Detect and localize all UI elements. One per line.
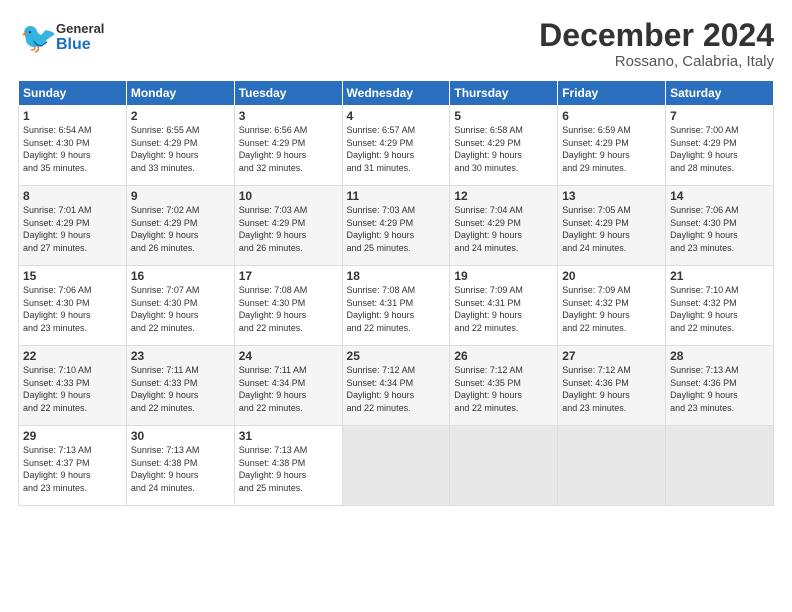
calendar-week-4: 22Sunrise: 7:10 AMSunset: 4:33 PMDayligh… (19, 346, 774, 426)
col-sunday: Sunday (19, 81, 127, 106)
page-container: 🐦 General Blue December 2024 Rossano, Ca… (0, 0, 792, 612)
table-row: 10Sunrise: 7:03 AMSunset: 4:29 PMDayligh… (234, 186, 342, 266)
logo-line2: Blue (56, 36, 104, 54)
table-row: 23Sunrise: 7:11 AMSunset: 4:33 PMDayligh… (126, 346, 234, 426)
calendar-week-1: 1Sunrise: 6:54 AMSunset: 4:30 PMDaylight… (19, 106, 774, 186)
table-row: 18Sunrise: 7:08 AMSunset: 4:31 PMDayligh… (342, 266, 450, 346)
table-row: 7Sunrise: 7:00 AMSunset: 4:29 PMDaylight… (666, 106, 774, 186)
calendar-week-3: 15Sunrise: 7:06 AMSunset: 4:30 PMDayligh… (19, 266, 774, 346)
table-row: 31Sunrise: 7:13 AMSunset: 4:38 PMDayligh… (234, 426, 342, 506)
title-block: December 2024 Rossano, Calabria, Italy (539, 18, 774, 70)
table-row (342, 426, 450, 506)
calendar-table: Sunday Monday Tuesday Wednesday Thursday… (18, 80, 774, 506)
table-row: 16Sunrise: 7:07 AMSunset: 4:30 PMDayligh… (126, 266, 234, 346)
calendar-week-5: 29Sunrise: 7:13 AMSunset: 4:37 PMDayligh… (19, 426, 774, 506)
table-row: 6Sunrise: 6:59 AMSunset: 4:29 PMDaylight… (558, 106, 666, 186)
location: Rossano, Calabria, Italy (539, 53, 774, 70)
table-row: 26Sunrise: 7:12 AMSunset: 4:35 PMDayligh… (450, 346, 558, 426)
month-year: December 2024 (539, 18, 774, 53)
table-row: 15Sunrise: 7:06 AMSunset: 4:30 PMDayligh… (19, 266, 127, 346)
table-row: 21Sunrise: 7:10 AMSunset: 4:32 PMDayligh… (666, 266, 774, 346)
calendar-week-2: 8Sunrise: 7:01 AMSunset: 4:29 PMDaylight… (19, 186, 774, 266)
table-row (666, 426, 774, 506)
table-row: 13Sunrise: 7:05 AMSunset: 4:29 PMDayligh… (558, 186, 666, 266)
col-thursday: Thursday (450, 81, 558, 106)
table-row (450, 426, 558, 506)
table-row: 17Sunrise: 7:08 AMSunset: 4:30 PMDayligh… (234, 266, 342, 346)
logo: 🐦 General Blue (18, 18, 104, 56)
table-row: 1Sunrise: 6:54 AMSunset: 4:30 PMDaylight… (19, 106, 127, 186)
table-row: 19Sunrise: 7:09 AMSunset: 4:31 PMDayligh… (450, 266, 558, 346)
table-row: 14Sunrise: 7:06 AMSunset: 4:30 PMDayligh… (666, 186, 774, 266)
table-row: 9Sunrise: 7:02 AMSunset: 4:29 PMDaylight… (126, 186, 234, 266)
table-row: 2Sunrise: 6:55 AMSunset: 4:29 PMDaylight… (126, 106, 234, 186)
table-row: 22Sunrise: 7:10 AMSunset: 4:33 PMDayligh… (19, 346, 127, 426)
calendar-header-row: Sunday Monday Tuesday Wednesday Thursday… (19, 81, 774, 106)
table-row: 28Sunrise: 7:13 AMSunset: 4:36 PMDayligh… (666, 346, 774, 426)
logo-name: General Blue (56, 21, 104, 54)
table-row: 29Sunrise: 7:13 AMSunset: 4:37 PMDayligh… (19, 426, 127, 506)
table-row: 3Sunrise: 6:56 AMSunset: 4:29 PMDaylight… (234, 106, 342, 186)
table-row (558, 426, 666, 506)
header: 🐦 General Blue December 2024 Rossano, Ca… (18, 18, 774, 70)
logo-bird-icon: 🐦 (18, 18, 56, 56)
col-saturday: Saturday (666, 81, 774, 106)
table-row: 20Sunrise: 7:09 AMSunset: 4:32 PMDayligh… (558, 266, 666, 346)
svg-text:🐦: 🐦 (20, 22, 56, 55)
table-row: 5Sunrise: 6:58 AMSunset: 4:29 PMDaylight… (450, 106, 558, 186)
table-row: 8Sunrise: 7:01 AMSunset: 4:29 PMDaylight… (19, 186, 127, 266)
col-wednesday: Wednesday (342, 81, 450, 106)
table-row: 25Sunrise: 7:12 AMSunset: 4:34 PMDayligh… (342, 346, 450, 426)
col-monday: Monday (126, 81, 234, 106)
table-row: 12Sunrise: 7:04 AMSunset: 4:29 PMDayligh… (450, 186, 558, 266)
table-row: 11Sunrise: 7:03 AMSunset: 4:29 PMDayligh… (342, 186, 450, 266)
table-row: 24Sunrise: 7:11 AMSunset: 4:34 PMDayligh… (234, 346, 342, 426)
col-tuesday: Tuesday (234, 81, 342, 106)
table-row: 27Sunrise: 7:12 AMSunset: 4:36 PMDayligh… (558, 346, 666, 426)
col-friday: Friday (558, 81, 666, 106)
logo-line1: General (56, 21, 104, 36)
table-row: 30Sunrise: 7:13 AMSunset: 4:38 PMDayligh… (126, 426, 234, 506)
table-row: 4Sunrise: 6:57 AMSunset: 4:29 PMDaylight… (342, 106, 450, 186)
